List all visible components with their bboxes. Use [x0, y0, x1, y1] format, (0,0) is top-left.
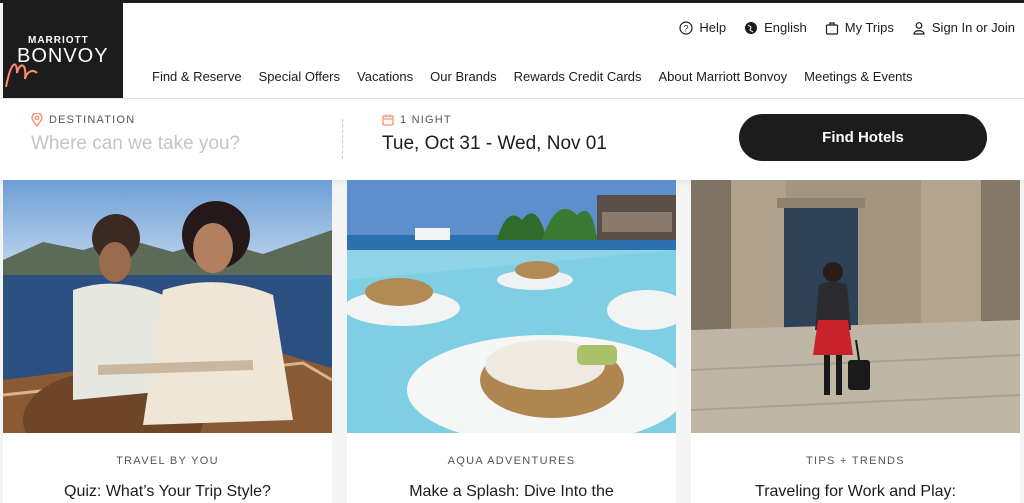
sign-in-link[interactable]: Sign In or Join	[912, 20, 1015, 35]
location-pin-icon	[31, 113, 43, 127]
article-card-trip-style[interactable]: TRAVEL BY YOU Quiz: What’s Your Trip Sty…	[3, 180, 332, 503]
nav-our-brands[interactable]: Our Brands	[430, 69, 496, 84]
language-label: English	[764, 20, 807, 35]
globe-icon	[745, 21, 758, 34]
logo-swash-icon	[5, 63, 38, 88]
help-icon: ?	[679, 20, 693, 35]
calendar-icon	[382, 114, 394, 126]
nav-about-bonvoy[interactable]: About Marriott Bonvoy	[659, 69, 788, 84]
nav-rewards-credit-cards[interactable]: Rewards Credit Cards	[514, 69, 642, 84]
find-hotels-button[interactable]: Find Hotels	[739, 114, 987, 161]
suitcase-icon	[825, 21, 838, 35]
my-trips-link[interactable]: My Trips	[825, 20, 894, 35]
article-card-aqua-adventures[interactable]: AQUA ADVENTURES Make a Splash: Dive Into…	[347, 180, 676, 503]
destination-input[interactable]	[31, 133, 321, 155]
card-eyebrow: AQUA ADVENTURES	[447, 455, 576, 467]
destination-label-row: DESTINATION	[31, 113, 321, 127]
my-trips-label: My Trips	[844, 20, 894, 35]
date-picker[interactable]: 1 NIGHT Tue, Oct 31 - Wed, Nov 01	[382, 113, 607, 155]
nav-vacations[interactable]: Vacations	[357, 69, 413, 84]
nights-label-row: 1 NIGHT	[382, 113, 607, 127]
sign-in-label: Sign In or Join	[931, 20, 1015, 35]
destination-field: DESTINATION	[31, 113, 321, 155]
hotel-search-bar: DESTINATION 1 NIGHT Tue, Oct 31 - Wed, N…	[0, 98, 1024, 180]
search-divider	[342, 119, 343, 159]
card-title: Quiz: What’s Your Trip Style?	[64, 483, 271, 500]
card-title: Make a Splash: Dive Into the	[409, 483, 614, 500]
nav-special-offers[interactable]: Special Offers	[259, 69, 340, 84]
language-link[interactable]: English	[744, 20, 807, 35]
site-header: ? Help English My Trips Sign In or Join …	[123, 3, 1024, 98]
user-icon	[913, 21, 925, 35]
couple-on-boat-photo	[3, 180, 332, 433]
help-label: Help	[699, 20, 727, 35]
article-card-tips-trends[interactable]: TIPS + TRENDS Traveling for Work and Pla…	[691, 180, 1020, 503]
woman-with-suitcase-photo	[691, 180, 1020, 433]
main-nav: Find & Reserve Special Offers Vacations …	[152, 69, 913, 84]
utility-nav: ? Help English My Trips Sign In or Join	[679, 20, 1015, 35]
resort-pool-photo	[347, 180, 676, 433]
help-link[interactable]: ? Help	[679, 20, 726, 35]
nav-meetings-events[interactable]: Meetings & Events	[804, 69, 912, 84]
card-eyebrow: TRAVEL BY YOU	[116, 455, 219, 467]
dates-value: Tue, Oct 31 - Wed, Nov 01	[382, 133, 607, 154]
marriott-bonvoy-logo[interactable]: MARRIOTT BONVOY	[3, 3, 123, 98]
svg-text:?: ?	[684, 23, 689, 33]
destination-label: DESTINATION	[49, 114, 136, 126]
nav-find-reserve[interactable]: Find & Reserve	[152, 69, 242, 84]
nights-label: 1 NIGHT	[400, 114, 452, 126]
card-title: Traveling for Work and Play:	[755, 483, 956, 500]
card-eyebrow: TIPS + TRENDS	[806, 455, 905, 467]
